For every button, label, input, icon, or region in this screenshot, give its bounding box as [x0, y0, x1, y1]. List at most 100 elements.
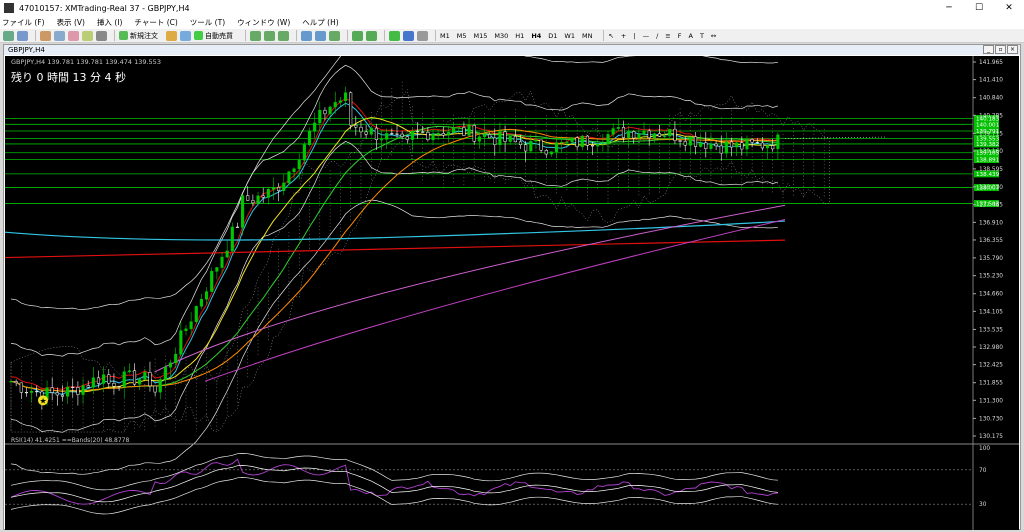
tf-w1[interactable]: W1	[564, 32, 575, 40]
candle-body	[683, 141, 687, 146]
tile-icon[interactable]	[329, 30, 340, 41]
market-watch-icon[interactable]	[40, 30, 51, 41]
text-icon[interactable]: A	[688, 32, 692, 40]
new-chart-icon[interactable]	[3, 30, 14, 41]
new-order-button[interactable]: 新規注文	[119, 31, 158, 41]
candle-body	[24, 392, 28, 394]
rsi-label: RSI(14) 41.4251 ==Bands(20) 48.8778	[11, 437, 129, 444]
bar-chart-icon[interactable]	[250, 30, 261, 41]
price-tick-label: 134.105	[979, 309, 1003, 315]
close-icon[interactable]: ✕	[994, 0, 1024, 16]
menu-insert[interactable]: 挿入 (I)	[97, 17, 122, 28]
candle-body	[50, 387, 54, 393]
menu-chart[interactable]: チャート (C)	[134, 17, 177, 28]
label-icon[interactable]: T	[700, 32, 704, 40]
tf-h1[interactable]: H1	[515, 32, 524, 40]
horizontal-line-icon[interactable]: —	[643, 32, 650, 40]
price-tick-label: 135.790	[979, 256, 1003, 262]
candle-body	[86, 385, 90, 388]
rsi-tick-label: 70	[979, 468, 987, 474]
candle-body	[585, 135, 589, 146]
candle-body	[225, 250, 229, 258]
tf-d1[interactable]: D1	[548, 32, 557, 40]
candle-body	[380, 139, 384, 141]
cursor-icon[interactable]: ↖	[608, 32, 613, 40]
candle-body	[544, 149, 548, 155]
candle-body	[673, 128, 677, 141]
terminal-icon[interactable]	[82, 30, 93, 41]
menu-help[interactable]: ヘルプ (H)	[302, 17, 338, 28]
chart-restore-icon[interactable]: ▫	[995, 45, 1006, 54]
metaeditor-icon[interactable]	[166, 30, 177, 41]
crosshair-icon[interactable]: +	[621, 32, 626, 40]
candle-body	[323, 110, 327, 115]
zoom-in-icon[interactable]	[301, 30, 312, 41]
trendline-icon[interactable]: /	[656, 32, 658, 40]
candle-body	[549, 151, 553, 155]
candle-body	[405, 136, 409, 140]
chart-close-icon[interactable]: ×	[1007, 45, 1018, 54]
candle-body	[457, 127, 461, 129]
candle-body	[271, 187, 276, 190]
new-order-icon	[119, 31, 128, 40]
candle-body	[395, 133, 399, 135]
tf-m1[interactable]: M1	[440, 32, 450, 40]
signals-icon[interactable]	[180, 30, 191, 41]
menu-file[interactable]: ファイル (F)	[2, 17, 45, 28]
candle-body	[194, 306, 198, 323]
candle-body	[318, 110, 322, 124]
periods-icon[interactable]	[403, 30, 414, 41]
candle-body	[488, 134, 492, 139]
app-icon	[4, 3, 14, 13]
navigator-icon[interactable]	[68, 30, 79, 41]
menu-tools[interactable]: ツール (T)	[190, 17, 225, 28]
tf-m5[interactable]: M5	[457, 32, 467, 40]
fibo-icon[interactable]: F	[678, 32, 682, 40]
candle-body	[143, 372, 147, 380]
channel-icon[interactable]: ≡	[665, 32, 670, 40]
tf-m30[interactable]: M30	[494, 32, 508, 40]
auto-trade-button[interactable]: 自動売買	[194, 31, 233, 41]
ohlc-label: GBPJPY,H4 139.781 139.781 139.474 139.55…	[11, 58, 161, 66]
candle-body	[740, 142, 744, 150]
candle-body	[96, 377, 101, 384]
candle-body	[122, 371, 126, 388]
candle-body	[14, 381, 18, 384]
candle-body	[518, 141, 523, 145]
candle-body	[446, 132, 451, 136]
menu-view[interactable]: 表示 (V)	[57, 17, 85, 28]
chart-shift-icon[interactable]	[366, 30, 377, 41]
profiles-icon[interactable]	[17, 30, 28, 41]
autoscroll-icon[interactable]	[352, 30, 363, 41]
candle-body	[596, 143, 600, 147]
level-tag-label: 140.001	[976, 122, 1000, 128]
tf-h4[interactable]: H4	[531, 32, 541, 40]
zoom-out-icon[interactable]	[315, 30, 326, 41]
indicators-icon[interactable]	[389, 30, 400, 41]
maximize-icon[interactable]: ☐	[964, 0, 994, 16]
price-chart[interactable]: 140.183140.001139.791139.553139.382139.1…	[5, 56, 1019, 530]
candle-body	[292, 168, 296, 173]
minimize-icon[interactable]: ─	[934, 0, 964, 16]
candle-body	[755, 142, 759, 144]
new-order-label: 新規注文	[130, 31, 158, 40]
candle-body	[215, 267, 219, 272]
templates-icon[interactable]	[417, 30, 428, 41]
vertical-line-icon[interactable]: |	[633, 32, 635, 40]
timer-label: 残り 0 時間 13 分 4 秒	[11, 70, 126, 84]
arrows-icon[interactable]: ↔	[711, 32, 716, 40]
tf-m15[interactable]: M15	[474, 32, 488, 40]
menu-window[interactable]: ウィンドウ (W)	[237, 17, 290, 28]
price-tick-label: 133.535	[979, 327, 1003, 333]
tf-mn[interactable]: MN	[582, 32, 592, 40]
line-chart-icon[interactable]	[278, 30, 289, 41]
candle-chart-icon[interactable]	[264, 30, 275, 41]
data-window-icon[interactable]	[54, 30, 65, 41]
chart-window-title[interactable]: GBPJPY,H4 _ ▫ ×	[4, 45, 1020, 55]
tester-icon[interactable]	[96, 30, 107, 41]
candle-body	[30, 391, 34, 393]
candle-body	[220, 256, 224, 268]
chart-minimize-icon[interactable]: _	[983, 45, 994, 54]
candle-body	[369, 127, 373, 135]
chart-background	[5, 56, 1019, 530]
